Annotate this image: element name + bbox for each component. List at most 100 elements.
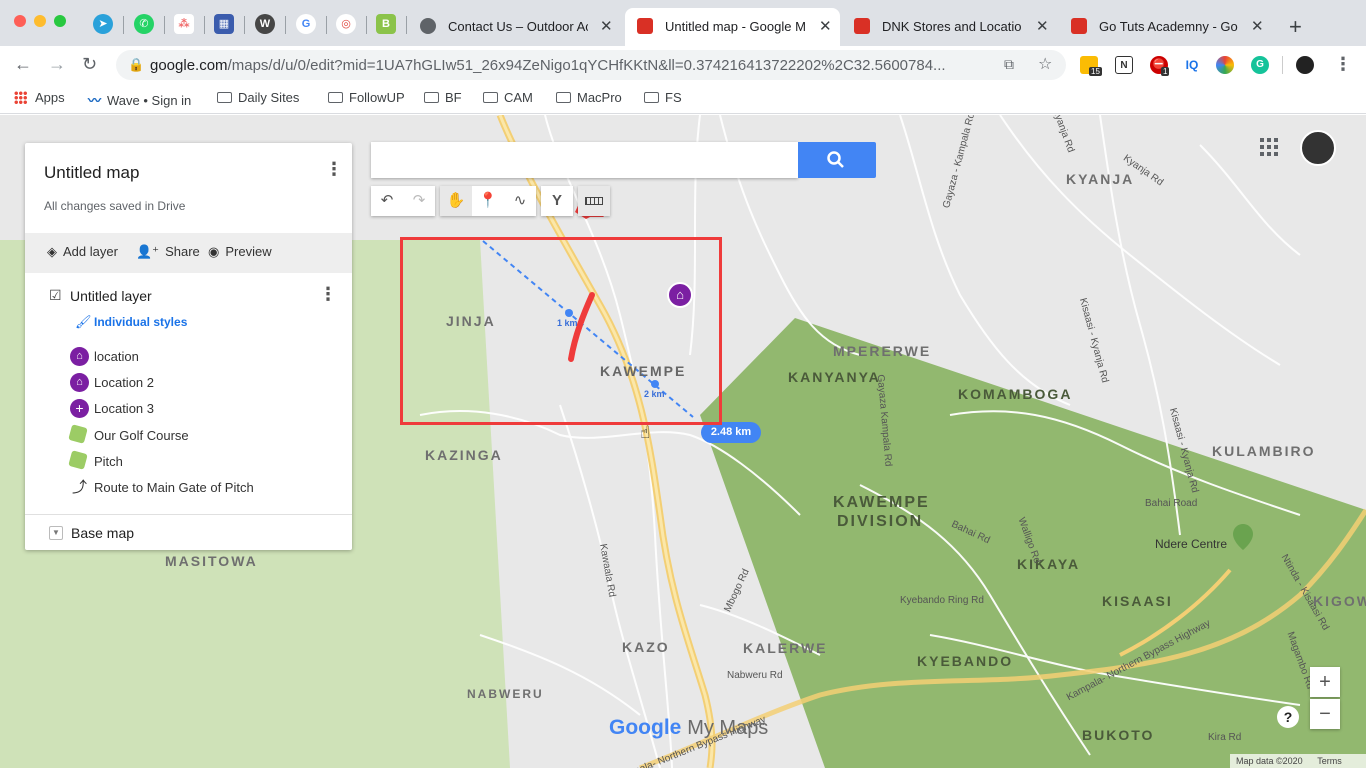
tab-separator <box>285 16 286 34</box>
annotation-highlight-box <box>400 237 722 425</box>
bookmark-fs[interactable]: FS <box>644 90 682 105</box>
profile-avatar-icon[interactable] <box>1296 56 1314 74</box>
b-tab-icon[interactable]: B <box>376 14 396 34</box>
map-title[interactable]: Untitled map <box>44 163 139 183</box>
measure-ruler-icon[interactable] <box>578 186 610 216</box>
asana-tab-icon[interactable]: ⁂ <box>174 14 194 34</box>
new-tab-plus-icon[interactable]: + <box>1289 14 1302 40</box>
close-tab-icon[interactable]: ✕ <box>1251 17 1264 35</box>
tab-untitled-map[interactable]: Untitled map - Google M ✕ <box>625 8 840 46</box>
tab-separator <box>123 16 124 34</box>
add-marker-icon[interactable]: 📍 <box>472 186 504 216</box>
account-avatar[interactable] <box>1300 130 1336 166</box>
base-map-expand-icon[interactable]: ▼ <box>49 526 63 540</box>
n-extension-icon[interactable]: N <box>1115 56 1133 74</box>
bookmark-daily-sites[interactable]: Daily Sites <box>217 90 299 105</box>
search-button[interactable] <box>798 142 876 178</box>
undo-redo-toolbar: ↶ ↷ <box>371 186 435 216</box>
maps-pin-icon <box>637 18 653 34</box>
close-window-icon[interactable] <box>14 15 26 27</box>
place-label: KALERWE <box>743 640 828 656</box>
layer-options-kebab-icon[interactable]: ⋮ <box>319 284 337 305</box>
wordpress-tab-icon[interactable]: W <box>255 14 275 34</box>
whatsapp-tab-icon[interactable]: ✆ <box>134 14 154 34</box>
zoom-in-button[interactable]: + <box>1310 667 1340 697</box>
google-apps-grid-icon[interactable] <box>1260 138 1280 158</box>
add-directions-icon[interactable]: Y <box>541 186 573 216</box>
map-data-attribution: Map data ©2020 <box>1236 756 1303 766</box>
add-layer-button[interactable]: ◈ Add layer <box>47 244 118 260</box>
pan-hand-icon[interactable]: ✋ <box>440 186 472 216</box>
feature-label: Route to Main Gate of Pitch <box>94 480 254 495</box>
help-button[interactable]: ? <box>1277 706 1299 728</box>
bookmark-apps[interactable]: Apps <box>14 90 65 105</box>
map-footer: Map data ©2020 Terms <box>1230 754 1366 768</box>
directions-toolbar: Y <box>541 186 573 216</box>
close-tab-icon[interactable]: ✕ <box>819 17 832 35</box>
close-tab-icon[interactable]: ✕ <box>1036 17 1049 35</box>
measure-toolbar <box>578 186 610 216</box>
map-search-input[interactable] <box>371 142 798 178</box>
bookmark-label: FS <box>665 90 682 105</box>
share-button[interactable]: 👤⁺ Share <box>136 244 200 260</box>
target-tab-icon[interactable]: ◎ <box>336 14 356 34</box>
individual-styles-link[interactable]: Individual styles <box>94 315 187 329</box>
place-label: KISAASI <box>1102 593 1173 609</box>
redo-icon[interactable]: ↷ <box>403 186 435 216</box>
add-layer-label: Add layer <box>63 244 118 259</box>
minimize-window-icon[interactable] <box>34 15 46 27</box>
place-label: KOMAMBOGA <box>958 386 1073 402</box>
google-tab-icon[interactable]: G <box>296 14 316 34</box>
place-label: MASITOWA <box>165 553 258 569</box>
road-label: Kyebando Ring Rd <box>900 595 984 606</box>
search-icon <box>827 151 844 168</box>
telegram-tab-icon[interactable]: ➤ <box>93 14 113 34</box>
bookmark-bf[interactable]: BF <box>424 90 462 105</box>
close-tab-icon[interactable]: ✕ <box>600 17 613 35</box>
iq-extension-icon[interactable]: IQ <box>1183 56 1201 74</box>
preview-label: Preview <box>225 244 272 259</box>
bookmark-star-icon[interactable]: ☆ <box>1038 54 1052 74</box>
tab-separator <box>406 16 407 34</box>
tab-label: Go Tuts Academny - Go <box>1099 19 1238 34</box>
measure-total-pill[interactable]: 2.48 km <box>701 422 761 443</box>
draw-line-icon[interactable]: ∿ <box>504 186 536 216</box>
reload-icon[interactable]: ↻ <box>82 54 97 75</box>
place-label: KAZO <box>622 639 670 655</box>
extension-puzzle-icon[interactable]: ⧉ <box>1004 56 1014 73</box>
maximize-window-icon[interactable] <box>54 15 66 27</box>
tab-go-tuts[interactable]: Go Tuts Academny - Go ✕ <box>1059 8 1274 46</box>
bookmark-macpro[interactable]: MacPro <box>556 90 622 105</box>
chrome-menu-icon[interactable]: ⋮ <box>1334 54 1352 75</box>
grammarly-icon[interactable]: G <box>1251 56 1269 74</box>
tab-contact-us[interactable]: Contact Us – Outdoor Ac ✕ <box>408 8 623 46</box>
base-map-toggle[interactable]: Base map <box>71 525 134 541</box>
bookmark-cam[interactable]: CAM <box>483 90 533 105</box>
terms-link[interactable]: Terms <box>1317 756 1342 766</box>
place-label: KANYANYA <box>788 369 881 385</box>
tab-dnk-stores[interactable]: DNK Stores and Locatio ✕ <box>842 8 1057 46</box>
bookmark-wave[interactable]: 〰 Wave • Sign in <box>88 90 191 109</box>
back-arrow-icon[interactable]: ← <box>14 54 32 75</box>
layer-visibility-checkbox[interactable]: ☑ <box>49 288 63 302</box>
place-label: KYEBANDO <box>917 653 1014 669</box>
feature-label: Location 2 <box>94 375 154 390</box>
app-tab-icon[interactable]: ▦ <box>214 14 234 34</box>
preview-button[interactable]: ◉ Preview <box>208 244 272 260</box>
adblock-badge-count: 1 <box>1161 67 1170 76</box>
color-wheel-extension-icon[interactable] <box>1216 56 1234 74</box>
map-options-kebab-icon[interactable]: ⋮ <box>325 159 343 180</box>
zoom-out-button[interactable]: − <box>1310 699 1340 729</box>
wave-icon: 〰 <box>88 93 102 108</box>
bookmark-label: Wave • Sign in <box>107 93 192 108</box>
poi-label: Ndere Centre <box>1155 537 1228 551</box>
url-host: google.com <box>150 57 228 74</box>
share-label: Share <box>165 244 200 259</box>
layer-title[interactable]: Untitled layer <box>70 288 152 304</box>
undo-icon[interactable]: ↶ <box>371 186 403 216</box>
bookmark-followup[interactable]: FollowUP <box>328 90 405 105</box>
place-label: KYANJA <box>1066 171 1135 187</box>
place-label: KIKAYA <box>1017 556 1081 572</box>
omnibox[interactable]: 🔒 google.com/maps/d/u/0/edit?mid=1UA7hGL… <box>116 50 1066 80</box>
forward-arrow-icon[interactable]: → <box>48 54 66 75</box>
